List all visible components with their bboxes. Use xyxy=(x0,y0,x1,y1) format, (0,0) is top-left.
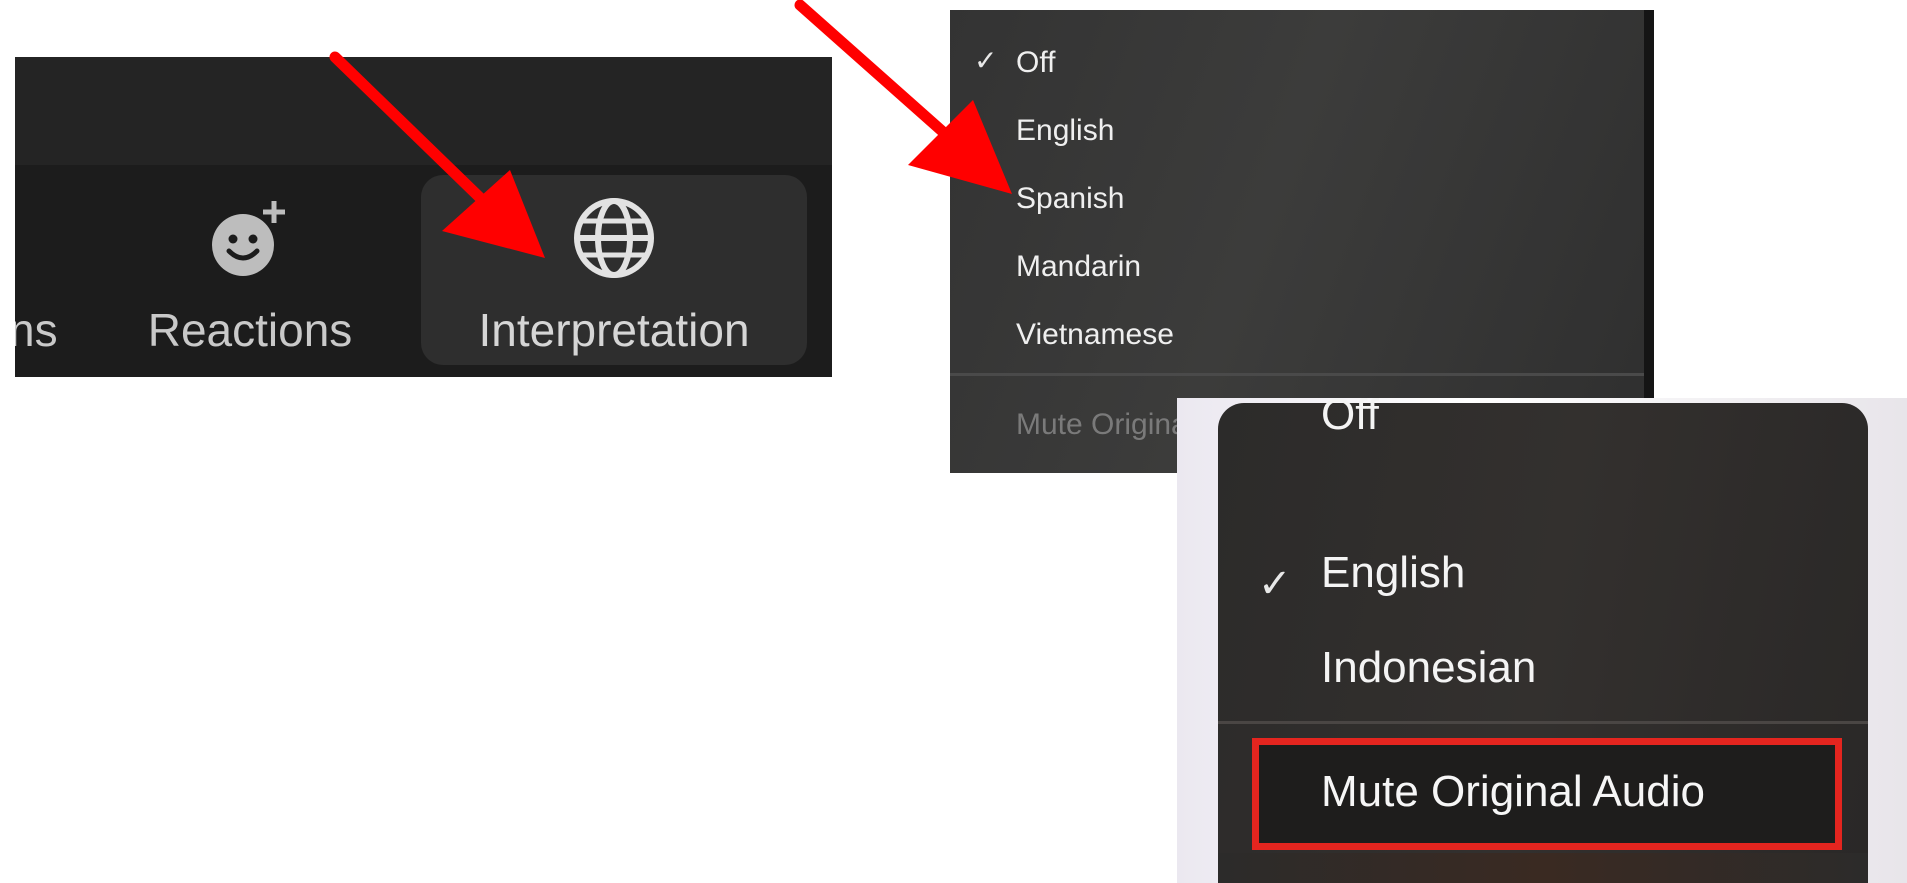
menu-item-indonesian[interactable]: Indonesian xyxy=(1321,643,1536,693)
reactions-button[interactable]: Reactions xyxy=(135,175,365,365)
checkmark-icon: ✓ xyxy=(1258,562,1292,606)
menu-item-label: Off xyxy=(1321,398,1379,439)
reactions-label: Reactions xyxy=(147,304,353,356)
menu-item-label: Off xyxy=(1016,46,1056,79)
toolbar-top-strip xyxy=(15,57,832,165)
interpretation-button[interactable]: Interpretation xyxy=(421,175,807,365)
menu-item-spanish[interactable]: Spanish xyxy=(1016,179,1124,219)
toolbar-partial-label: ns xyxy=(15,304,58,356)
menu-divider xyxy=(1218,721,1868,724)
menu-item-label: Vietnamese xyxy=(1016,318,1174,351)
mute-original-audio-label: Mute Original Audio xyxy=(1321,767,1705,816)
checkmark-icon: ✓ xyxy=(974,45,998,76)
toolbar-button-partial[interactable]: ns xyxy=(15,175,79,365)
interpretation-label: Interpretation xyxy=(478,304,750,356)
menu-item-english[interactable]: English xyxy=(1321,548,1465,598)
globe-icon xyxy=(574,198,654,278)
menu-item-label: Indonesian xyxy=(1321,643,1537,692)
menu-item-english[interactable]: English xyxy=(1016,111,1114,151)
menu-item-off[interactable]: Off xyxy=(1016,43,1055,83)
menu-item-label: English xyxy=(1016,114,1115,147)
menu-divider xyxy=(950,373,1644,376)
menu-item-off[interactable]: Off xyxy=(1321,398,1379,444)
interpretation-menu-zoomed: Off ✓ English Indonesian Mute Original A… xyxy=(1218,398,1868,883)
menu-item-label: Mandarin xyxy=(1016,250,1142,283)
menu-item-mandarin[interactable]: Mandarin xyxy=(1016,247,1141,287)
menu-item-label: English xyxy=(1321,548,1466,597)
mute-original-audio-item[interactable]: Mute Original Audio xyxy=(1252,738,1842,850)
menu-bottom-edge xyxy=(1218,853,1868,883)
emoji-add-icon xyxy=(212,198,288,276)
menu-item-label: Spanish xyxy=(1016,182,1125,215)
meeting-toolbar: ns Reactions Interpretation xyxy=(15,57,832,377)
menu-item-vietnamese[interactable]: Vietnamese xyxy=(1016,315,1174,355)
